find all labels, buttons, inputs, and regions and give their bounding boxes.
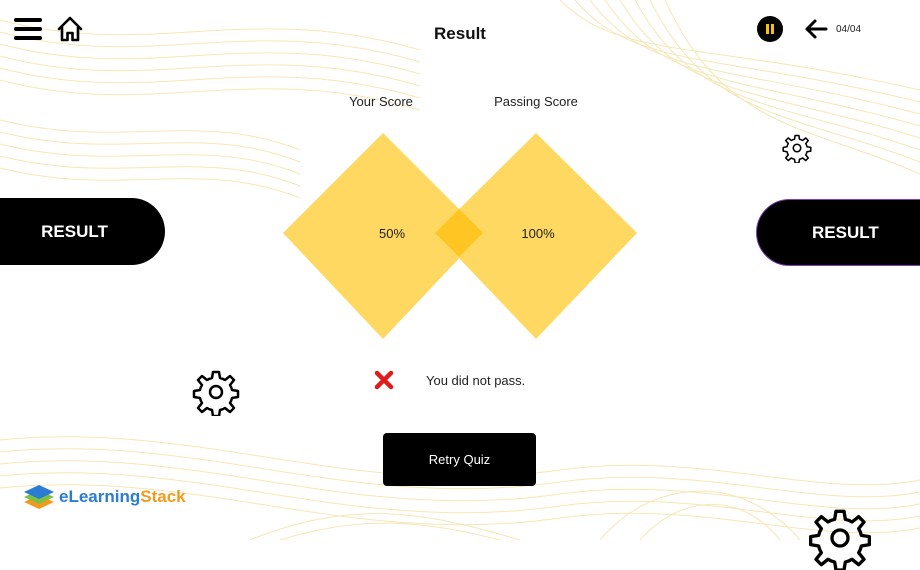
pause-icon[interactable] — [757, 16, 783, 42]
score-diamonds — [283, 133, 637, 339]
gear-icon — [809, 509, 871, 570]
page-counter: 04/04 — [836, 24, 862, 35]
stack-books-icon — [24, 485, 54, 509]
logo-text-part2: Stack — [140, 487, 186, 506]
your-score-label: Your Score — [349, 94, 413, 109]
your-score-value: 50% — [378, 226, 406, 241]
red-x-icon — [374, 370, 394, 390]
arrow-left-icon[interactable] — [804, 18, 828, 40]
result-pill-left: RESULT — [0, 198, 165, 265]
gear-icon — [782, 134, 812, 163]
logo-text-part1: eLearning — [59, 487, 141, 506]
passing-score-value: 100% — [521, 226, 555, 241]
result-pill-right: RESULT — [756, 199, 920, 266]
retry-quiz-button[interactable]: Retry Quiz — [383, 433, 536, 486]
status-message: You did not pass. — [426, 373, 526, 388]
gear-icon — [192, 370, 240, 416]
passing-score-label: Passing Score — [494, 94, 578, 109]
elearningstack-logo: eLearningStack — [22, 482, 186, 512]
